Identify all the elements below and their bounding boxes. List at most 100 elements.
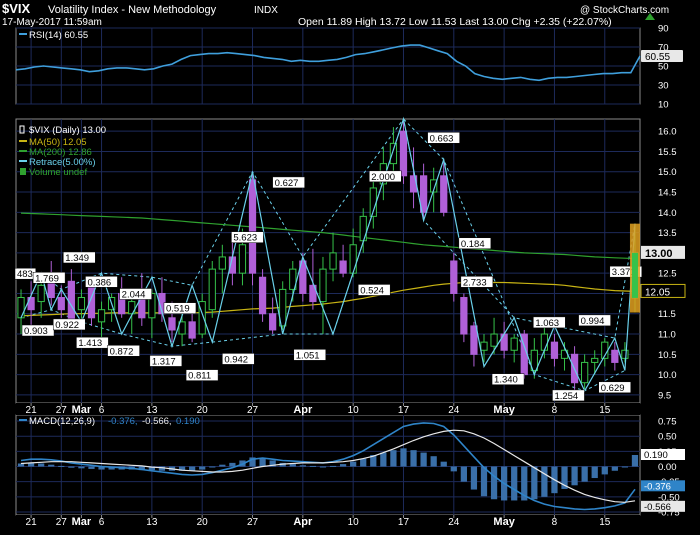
macd-hist-bar	[88, 466, 95, 469]
exchange-label: INDX	[254, 5, 278, 16]
date-label: 8	[552, 405, 558, 416]
macd-hist-bar	[229, 462, 236, 467]
candle	[258, 269, 267, 322]
annotation-text: 0.629	[601, 383, 625, 394]
macd-hist-bar	[601, 466, 608, 475]
candle-body	[550, 341, 559, 359]
annotation-text: 1.051	[296, 350, 320, 361]
macd-hist-bar	[420, 452, 427, 467]
date-axis-band	[16, 515, 640, 530]
annotation-text: 0.184	[461, 239, 485, 250]
retrace-annotation: 2.044	[119, 288, 152, 300]
date-label: 24	[448, 405, 460, 416]
price-tick-label: 10.0	[658, 370, 677, 381]
price-panel[interactable]: 16.015.515.014.514.013.513.012.512.011.5…	[14, 116, 686, 404]
macd-hist-bar	[531, 466, 538, 500]
candle-body	[97, 309, 106, 323]
date-label: 13	[146, 405, 158, 416]
macd-hist-bar	[319, 466, 327, 468]
retrace-annotation: 5.623	[231, 231, 264, 244]
macd-value-label: 0.190	[641, 449, 685, 461]
macd-frame	[15, 414, 641, 516]
retrace-annotation: 0.386	[85, 276, 118, 288]
retrace-annotation: 0.942	[222, 353, 255, 365]
macd-hist-bar	[68, 466, 75, 468]
price-tick-label: 11.0	[658, 330, 676, 341]
date-label: 20	[197, 405, 209, 416]
price-tick-label: 15.5	[658, 147, 677, 158]
macd-value-label: -0.566	[641, 500, 685, 513]
date-label: 27	[247, 405, 259, 416]
vix-chart: $VIX Volatility Index - New Methodology …	[0, 0, 700, 530]
candle-body	[611, 349, 619, 363]
annotation-text: 1.317	[152, 356, 176, 367]
retrace-annotation: 0.922	[52, 318, 86, 331]
price-tick-label: 14.0	[658, 208, 677, 219]
macd-hist-bar	[480, 466, 488, 497]
date-label: 24	[448, 517, 460, 528]
last-candle-body	[631, 252, 638, 298]
annotation-text: 1.254	[554, 391, 578, 402]
date-label: May	[493, 516, 515, 528]
macd-hist-bar	[621, 466, 629, 468]
macd-hist-bar	[38, 463, 45, 467]
price-frame	[15, 118, 641, 404]
annotation-text: 0.942	[224, 354, 248, 365]
annotation-text: 1.063	[535, 318, 559, 329]
macd-value-text: -0.376	[644, 481, 671, 492]
macd-hist-bar	[390, 450, 397, 467]
price-tick-label: 10.5	[658, 350, 677, 361]
macd-legend-1: -0.376,	[108, 416, 138, 427]
date-label: 27	[56, 405, 68, 416]
macd-hist-bar	[470, 466, 478, 490]
candle-body	[37, 284, 45, 303]
candle-body	[339, 260, 347, 274]
macd-hist-bar	[309, 465, 317, 467]
macd-hist-bar	[329, 465, 337, 467]
stockcharts-window: $VIX Volatility Index - New Methodology …	[0, 0, 700, 530]
price-last-text: 13.00	[645, 248, 673, 260]
candle-body	[269, 313, 277, 331]
candle-body	[57, 297, 65, 311]
price-tick-label: 15.0	[658, 167, 677, 178]
macd-hist-bar	[440, 461, 447, 467]
retrace-annotation: 1.051	[293, 349, 327, 361]
retrace-annotation: 1.254	[552, 389, 585, 402]
rsi-last-value: 60.55	[641, 49, 683, 63]
annotation-text: 0.663	[430, 133, 454, 144]
date-label: 15	[599, 517, 611, 528]
rsi-legend-text: RSI(14) 60.55	[29, 30, 88, 41]
date-label: 10	[348, 517, 360, 528]
macd-hist-bar	[259, 458, 266, 467]
retrace-annotation: 0.811	[185, 369, 219, 382]
macd-date-axis: 21 27 Mar 6 13 20 27 Apr 10 17 24 May 8 15	[16, 515, 640, 530]
candle	[248, 171, 257, 286]
macd-hist-bar	[410, 450, 417, 467]
retrace-annotation: 0.524	[357, 284, 391, 296]
date-label: 21	[26, 405, 38, 416]
candle-body	[208, 268, 216, 311]
retrace-annotation: 0.903	[21, 324, 55, 337]
rsi-last-text: 60.55	[645, 52, 670, 63]
date-label: Mar	[72, 516, 92, 528]
candle-body	[440, 175, 448, 213]
macd-legend-0: MACD(12,26,9)	[29, 416, 95, 427]
rsi-panel[interactable]: 907050301060.55	[15, 24, 683, 111]
candle-body	[17, 297, 25, 319]
macd-hist-bar	[339, 464, 347, 467]
macd-hist-bar	[360, 458, 367, 467]
candle-body	[621, 349, 629, 359]
candle-body	[77, 297, 86, 311]
candle-body	[218, 256, 226, 270]
date-axis-band	[16, 403, 640, 415]
macd-hist-bar	[380, 452, 387, 467]
macd-legend-2: -0.566,	[142, 416, 172, 427]
date-label: 17	[398, 405, 410, 416]
retrace-annotation: 0.629	[598, 381, 631, 394]
macd-panel[interactable]: 0.750.500.250.00-0.25-0.50-0.750.190-0.3…	[15, 414, 685, 518]
date-label: 6	[99, 517, 105, 528]
macd-hist-bar	[450, 466, 457, 472]
symbol-label[interactable]: $VIX	[2, 1, 31, 16]
retrace-annotation: 0.872	[107, 345, 140, 357]
annotation-text: 0.872	[110, 346, 134, 357]
